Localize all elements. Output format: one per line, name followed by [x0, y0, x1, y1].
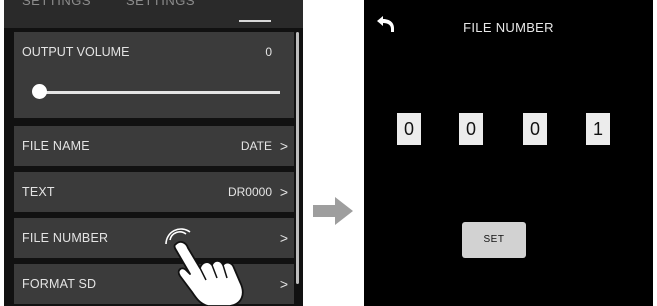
menu-item-text[interactable]: TEXT DR0000 >	[14, 172, 294, 212]
chevron-right-icon: >	[279, 138, 288, 154]
page-title: FILE NUMBER	[463, 20, 554, 35]
pointing-hand-icon	[165, 228, 244, 306]
menu-item-label: FILE NAME	[22, 139, 90, 153]
output-volume-row: OUTPUT VOLUME 0	[14, 32, 294, 118]
digit-box-4[interactable]: 1	[586, 113, 610, 145]
chevron-right-icon: >	[279, 276, 288, 292]
menu-item-label: TEXT	[22, 185, 55, 199]
output-volume-value: 0	[265, 45, 272, 59]
set-button[interactable]: SET	[462, 222, 526, 258]
scrollbar[interactable]	[296, 32, 299, 284]
right-arrow-icon	[313, 197, 353, 225]
tab-indicator	[239, 20, 271, 22]
file-number-screen: FILE NUMBER 0 0 0 1 SET	[364, 0, 653, 306]
chevron-right-icon: >	[279, 230, 288, 246]
menu-item-value: DR0000	[227, 185, 272, 199]
volume-slider-track[interactable]	[40, 91, 280, 94]
chevron-right-icon: >	[279, 184, 288, 200]
tab-settings-1[interactable]: SETTINGS	[22, 0, 91, 8]
menu-item-file-name[interactable]: FILE NAME DATE >	[14, 126, 294, 166]
digit-box-3[interactable]: 0	[523, 113, 547, 145]
menu-item-label: FILE NUMBER	[22, 231, 109, 245]
menu-item-label: FORMAT SD	[22, 277, 97, 291]
menu-item-value: DATE	[240, 139, 272, 153]
volume-slider-thumb[interactable]	[32, 84, 47, 99]
digit-box-2[interactable]: 0	[459, 113, 483, 145]
tab-strip: SETTINGS SETTINGS	[4, 0, 303, 28]
tab-settings-2[interactable]: SETTINGS	[126, 0, 195, 8]
output-volume-label: OUTPUT VOLUME	[22, 45, 130, 59]
digit-box-1[interactable]: 0	[397, 113, 421, 145]
settings-screen: SETTINGS SETTINGS OUTPUT VOLUME 0 FILE N…	[4, 0, 303, 306]
